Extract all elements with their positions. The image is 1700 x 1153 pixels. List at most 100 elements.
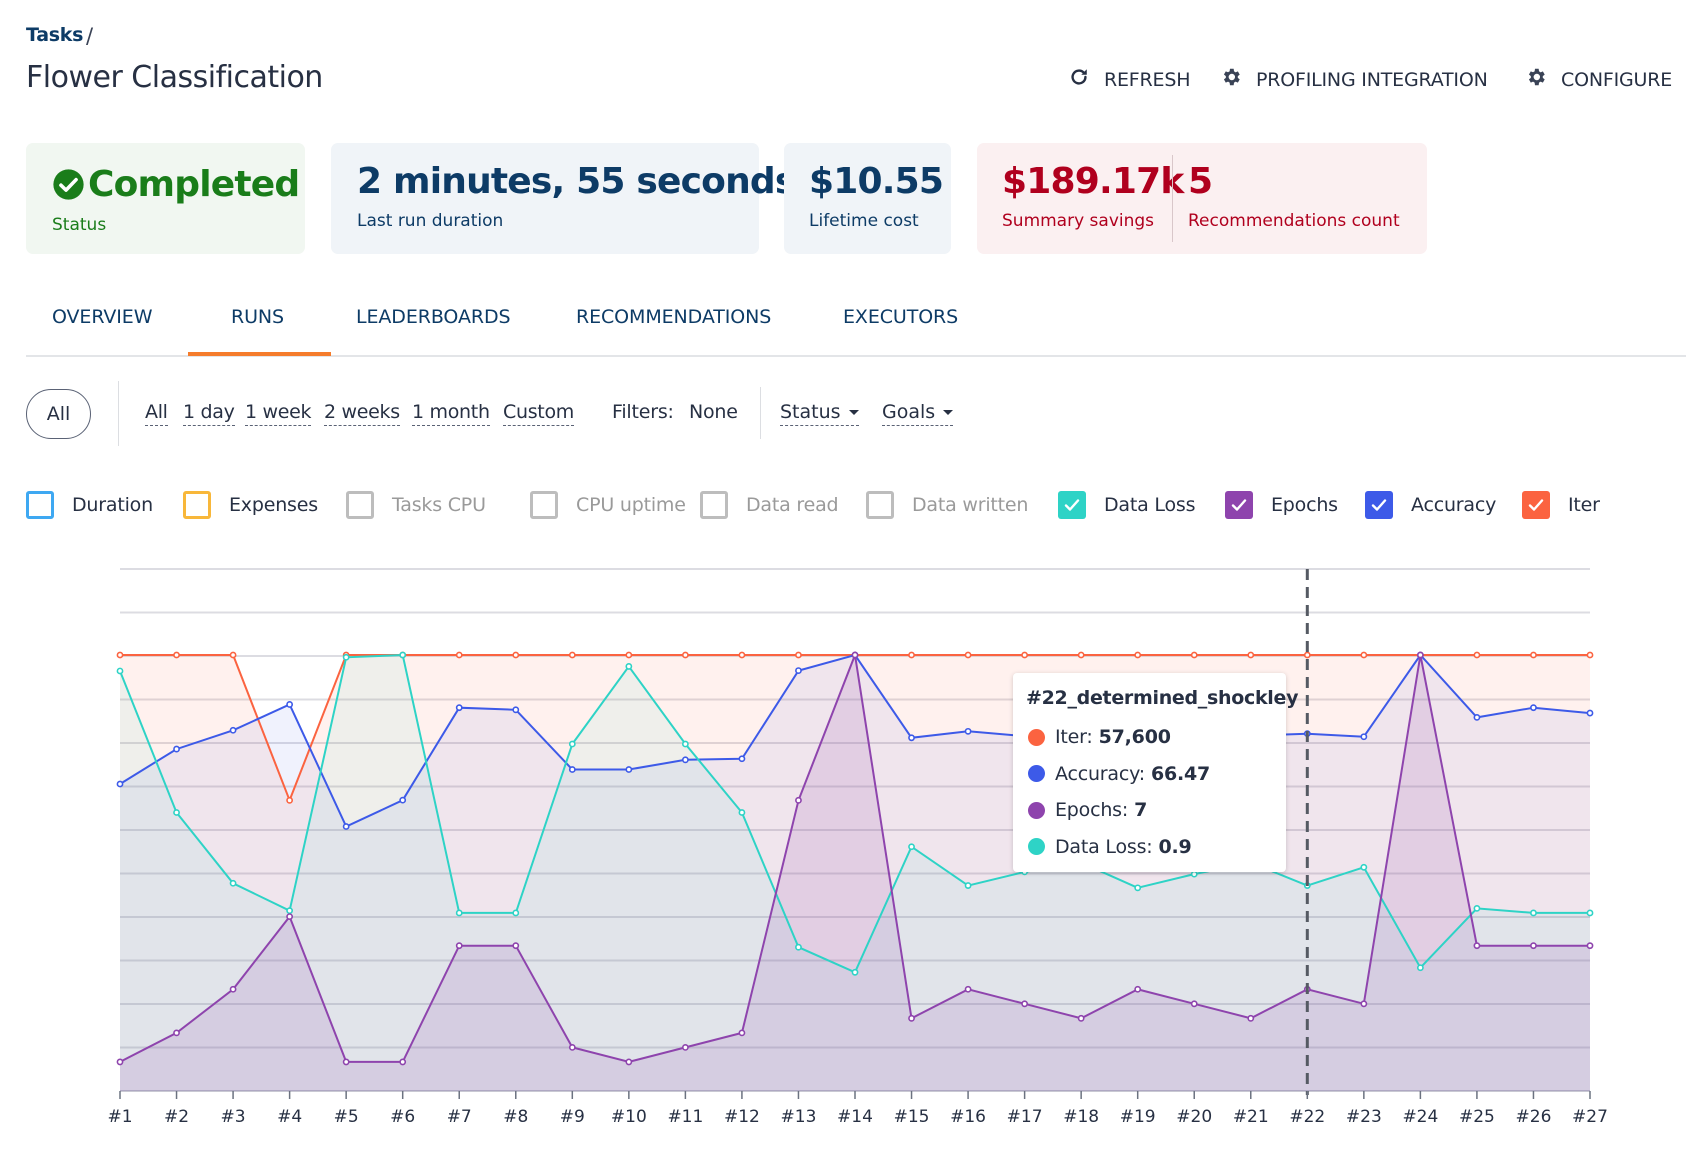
- x-tick-label: #15: [894, 1107, 930, 1127]
- metric-label: Data written: [912, 494, 1029, 516]
- point-iter: [738, 651, 746, 659]
- point-accuracy: [1473, 713, 1481, 721]
- checkbox-unchecked-icon: [530, 491, 558, 519]
- status-text: Completed: [88, 164, 300, 205]
- recommendations-count-value: 5: [1188, 161, 1213, 202]
- x-tick-label: #9: [560, 1107, 585, 1127]
- tooltip-label: Iter:: [1055, 726, 1093, 749]
- goals-dropdown[interactable]: Goals: [882, 401, 954, 426]
- tooltip-row-accuracy: Accuracy: 66.47: [1026, 756, 1273, 793]
- tab-leaderboards[interactable]: LEADERBOARDS: [356, 306, 511, 328]
- metric-checkbox-expenses[interactable]: Expenses: [183, 491, 318, 519]
- point-data-loss: [399, 651, 407, 659]
- duration-label: Last run duration: [357, 211, 504, 231]
- metric-checkbox-accuracy[interactable]: Accuracy: [1365, 491, 1496, 519]
- area-accuracy: [120, 655, 1590, 1091]
- gear-icon: [1220, 66, 1242, 93]
- tooltip-label: Data Loss:: [1055, 835, 1153, 858]
- point-accuracy: [625, 766, 633, 773]
- metric-checkbox-iter[interactable]: Iter: [1522, 491, 1600, 519]
- status-value: Completed: [52, 164, 300, 205]
- point-epochs: [908, 1014, 915, 1022]
- point-epochs: [1416, 651, 1424, 659]
- metric-checkbox-epochs[interactable]: Epochs: [1225, 491, 1338, 519]
- tab-executors[interactable]: EXECUTORS: [843, 306, 958, 328]
- point-iter: [116, 651, 124, 659]
- x-tick-label: #5: [334, 1107, 359, 1127]
- x-tick-label: #6: [390, 1107, 415, 1127]
- point-iter: [342, 651, 350, 659]
- point-iter: [1586, 651, 1594, 659]
- range-2-weeks[interactable]: 2 weeks: [324, 401, 400, 426]
- range-1-month[interactable]: 1 month: [412, 401, 490, 426]
- metric-label: Duration: [72, 494, 153, 516]
- tab-overview[interactable]: OVERVIEW: [52, 306, 152, 328]
- point-accuracy: [455, 704, 463, 712]
- point-iter: [1247, 651, 1255, 659]
- profiling-integration-button[interactable]: PROFILING INTEGRATION: [1220, 66, 1488, 93]
- line-data-loss: [119, 653, 1590, 974]
- checkbox-checked-icon: [1225, 491, 1253, 519]
- point-iter: [1360, 651, 1368, 659]
- savings-card[interactable]: $189.17k Summary savings 5 Recommendatio…: [977, 143, 1427, 254]
- point-iter: [1134, 651, 1142, 659]
- metric-checkbox-tasks-cpu[interactable]: Tasks CPU: [346, 491, 486, 519]
- point-accuracy: [568, 766, 576, 773]
- point-data-loss: [455, 909, 463, 917]
- line-iter: [120, 654, 1590, 804]
- x-tick-label: #25: [1459, 1107, 1495, 1127]
- point-data-loss: [964, 882, 972, 889]
- card-divider: [1172, 155, 1173, 242]
- tab-recommendations[interactable]: RECOMMENDATIONS: [576, 306, 771, 328]
- range-1-day[interactable]: 1 day: [183, 401, 235, 426]
- point-data-loss: [1190, 870, 1198, 878]
- metric-checkbox-data-written[interactable]: Data written: [866, 491, 1028, 519]
- point-data-loss: [116, 667, 124, 675]
- filters-value: None: [689, 401, 738, 423]
- point-accuracy: [1416, 651, 1424, 659]
- point-epochs: [229, 985, 237, 993]
- metric-label: Iter: [1568, 494, 1600, 516]
- point-epochs: [795, 796, 802, 804]
- tab-runs[interactable]: RUNS: [231, 306, 284, 328]
- all-runs-toggle[interactable]: All: [26, 389, 91, 439]
- caret-down-icon: [848, 409, 859, 415]
- range-custom[interactable]: Custom: [503, 401, 574, 426]
- range-all[interactable]: All: [145, 401, 168, 426]
- refresh-button[interactable]: REFRESH: [1068, 66, 1190, 93]
- metric-checkbox-data-loss[interactable]: Data Loss: [1058, 491, 1195, 519]
- x-tick-label: #27: [1572, 1107, 1608, 1127]
- status-dropdown[interactable]: Status: [780, 401, 859, 426]
- point-data-loss: [851, 968, 859, 976]
- point-accuracy: [512, 706, 520, 714]
- point-iter: [1303, 651, 1311, 659]
- point-iter: [851, 651, 859, 659]
- range-1-week[interactable]: 1 week: [245, 401, 312, 426]
- x-tick-label: #17: [1007, 1107, 1043, 1127]
- point-data-loss: [1416, 964, 1424, 972]
- breadcrumb-tasks-link[interactable]: Tasks: [26, 24, 83, 46]
- tooltip-row-epochs: Epochs: 7: [1026, 792, 1273, 829]
- point-epochs: [512, 942, 520, 950]
- status-card: Completed Status: [26, 143, 305, 254]
- filter-divider: [118, 381, 119, 446]
- point-data-loss: [1586, 909, 1594, 917]
- point-accuracy: [173, 745, 180, 753]
- point-iter: [568, 651, 576, 659]
- metric-checkbox-cpu-uptime[interactable]: CPU uptime: [530, 491, 686, 519]
- metric-label: Tasks CPU: [392, 494, 486, 516]
- point-data-loss: [512, 909, 520, 917]
- point-iter: [681, 651, 689, 659]
- configure-button[interactable]: CONFIGURE: [1525, 66, 1672, 93]
- goals-dropdown-label: Goals: [882, 401, 936, 423]
- point-data-loss: [173, 809, 180, 816]
- x-tick-label: #10: [611, 1107, 647, 1127]
- checkbox-checked-icon: [1522, 491, 1550, 519]
- point-iter: [1530, 651, 1537, 659]
- metric-checkbox-data-read[interactable]: Data read: [700, 491, 839, 519]
- metric-label: Data Loss: [1104, 494, 1196, 516]
- point-epochs: [738, 1029, 746, 1037]
- metric-checkbox-duration[interactable]: Duration: [26, 491, 153, 519]
- point-accuracy: [1360, 733, 1368, 741]
- checkbox-unchecked-icon: [866, 491, 894, 519]
